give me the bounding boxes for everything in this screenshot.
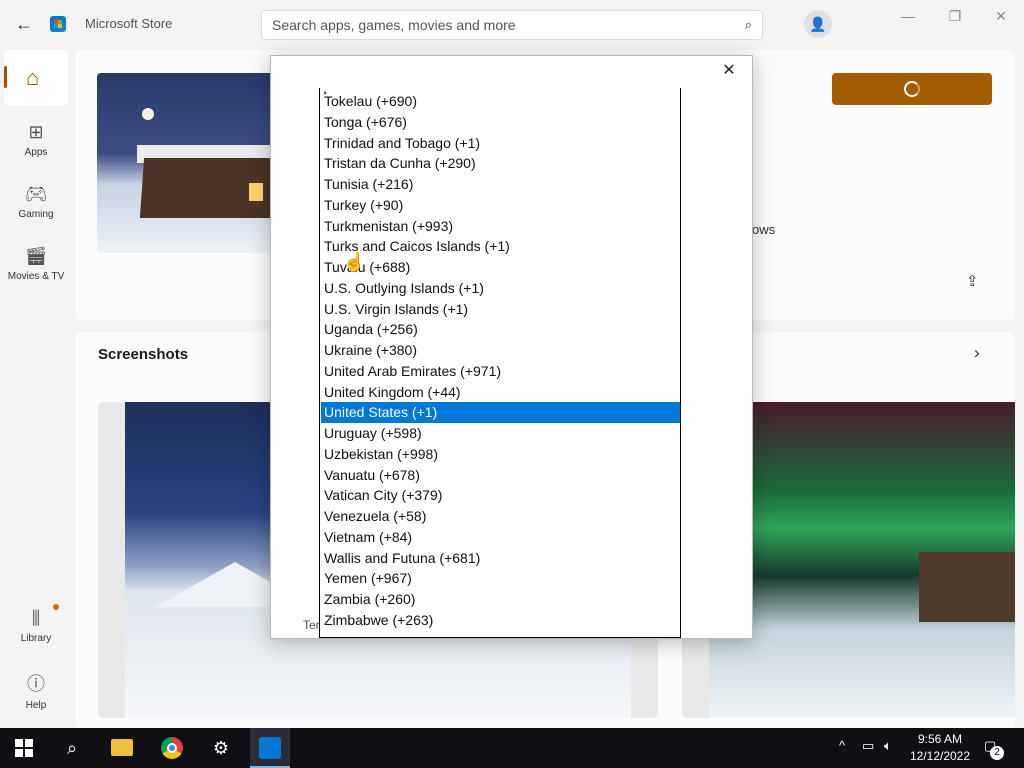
minimize-button[interactable]: —: [896, 8, 920, 24]
search-input[interactable]: [262, 11, 722, 39]
app-title: Microsoft Store: [85, 16, 173, 31]
apps-icon: ⊞: [28, 122, 44, 142]
country-option[interactable]: U.S. Virgin Islands (+1): [321, 299, 680, 320]
loading-spinner-icon: [904, 81, 920, 97]
nav-label-movies: Movies & TV: [7, 271, 65, 282]
country-option[interactable]: Turkmenistan (+993): [321, 216, 680, 237]
help-icon: ⓘ: [27, 674, 45, 694]
nav-item-gaming[interactable]: 🎮︎ Gaming: [4, 184, 68, 220]
country-option[interactable]: United Arab Emirates (+971): [321, 361, 680, 382]
country-option[interactable]: Zambia (+260): [321, 589, 680, 610]
product-hero-image: [97, 73, 277, 253]
chrome-icon[interactable]: [161, 737, 183, 759]
nav-label-gaming: Gaming: [18, 209, 54, 220]
screenshot-image: [709, 402, 1015, 718]
notification-count-badge: 2: [990, 746, 1004, 760]
terms-link-partial[interactable]: Ter: [303, 618, 320, 632]
nav-item-home[interactable]: ⌂: [4, 50, 68, 106]
movies-icon: 🎬︎: [24, 246, 48, 266]
taskbar-clock[interactable]: 9:56 AM 12/12/2022: [904, 731, 976, 765]
country-option[interactable]: Zimbabwe (+263): [321, 610, 680, 631]
country-option[interactable]: United Kingdom (+44): [321, 382, 680, 403]
title-bar: ← Microsoft Store ⌕ 👤 — ❐ ✕: [0, 0, 1024, 50]
nav-item-help[interactable]: ⓘ Help: [4, 670, 68, 711]
cabin-window: [249, 183, 263, 201]
nav-label-library: Library: [20, 633, 52, 644]
country-option[interactable]: Uzbekistan (+998): [321, 444, 680, 465]
user-icon: 👤: [809, 16, 827, 32]
search-icon[interactable]: ⌕: [745, 17, 752, 33]
country-option[interactable]: Tuvalu (+688): [321, 257, 680, 278]
clock-date: 12/12/2022: [909, 749, 971, 763]
library-icon: ⫼: [31, 608, 41, 628]
volume-icon[interactable]: 🔈︎: [884, 738, 892, 754]
country-code-listbox[interactable]: ¸ Tokelau (+690)Tonga (+676)Trinidad and…: [319, 88, 681, 638]
back-button[interactable]: ←: [12, 12, 36, 36]
nav-item-library[interactable]: ⫼ Library: [4, 608, 68, 644]
account-avatar[interactable]: 👤: [804, 10, 832, 38]
country-option[interactable]: Vietnam (+84): [321, 527, 680, 548]
screenshots-title: Screenshots: [98, 346, 189, 363]
back-arrow-icon: ←: [15, 14, 33, 34]
country-option[interactable]: Uganda (+256): [321, 319, 680, 340]
country-option[interactable]: Yemen (+967): [321, 568, 680, 589]
install-button[interactable]: [832, 73, 992, 105]
country-option[interactable]: Turkey (+90): [321, 195, 680, 216]
country-option[interactable]: United States (+1): [321, 402, 680, 423]
close-dialog-button[interactable]: ✕: [720, 62, 738, 80]
gaming-icon: 🎮︎: [24, 184, 48, 204]
country-option[interactable]: Wallis and Futuna (+681): [321, 548, 680, 569]
nav-label-apps: Apps: [24, 147, 48, 158]
cabin: [919, 552, 1015, 622]
country-option[interactable]: Uruguay (+598): [321, 423, 680, 444]
country-option[interactable]: Tokelau (+690): [321, 91, 680, 112]
country-option[interactable]: Turks and Caicos Islands (+1): [321, 236, 680, 257]
settings-gear-icon[interactable]: ⚙: [209, 736, 233, 760]
search-box[interactable]: ⌕: [261, 10, 763, 40]
store-taskbar-icon[interactable]: [259, 737, 281, 759]
library-badge-dot: [53, 604, 59, 610]
country-option[interactable]: U.S. Outlying Islands (+1): [321, 278, 680, 299]
file-explorer-icon[interactable]: [111, 739, 133, 756]
home-icon: ⌂: [26, 65, 40, 90]
clock-time: 9:56 AM: [917, 732, 963, 746]
active-indicator: [4, 66, 7, 88]
chevron-up-icon[interactable]: ^: [839, 738, 845, 753]
country-option[interactable]: Vatican City (+379): [321, 485, 680, 506]
network-icon[interactable]: ▭: [862, 738, 874, 754]
chevron-right-icon[interactable]: ›: [974, 343, 980, 363]
search-taskbar-icon[interactable]: ⌕: [60, 736, 84, 760]
nav-label-help: Help: [25, 700, 47, 711]
share-icon[interactable]: ⇪: [966, 272, 979, 290]
nav-item-apps[interactable]: ⊞ Apps: [4, 122, 68, 158]
restore-button[interactable]: ❐: [943, 8, 967, 25]
country-option[interactable]: Tunisia (+216): [321, 174, 680, 195]
store-logo-icon: [50, 16, 66, 32]
country-option[interactable]: Tonga (+676): [321, 112, 680, 133]
moon: [142, 108, 154, 120]
product-partial-text: ows: [752, 222, 776, 237]
country-option[interactable]: Ukraine (+380): [321, 340, 680, 361]
country-option[interactable]: Trinidad and Tobago (+1): [321, 133, 680, 154]
close-window-button[interactable]: ✕: [989, 8, 1013, 25]
nav-item-movies-tv[interactable]: 🎬︎ Movies & TV: [4, 246, 68, 282]
country-option[interactable]: Venezuela (+58): [321, 506, 680, 527]
country-option[interactable]: Vanuatu (+678): [321, 465, 680, 486]
windows-start-icon[interactable]: [15, 739, 33, 757]
country-option[interactable]: Tristan da Cunha (+290): [321, 153, 680, 174]
